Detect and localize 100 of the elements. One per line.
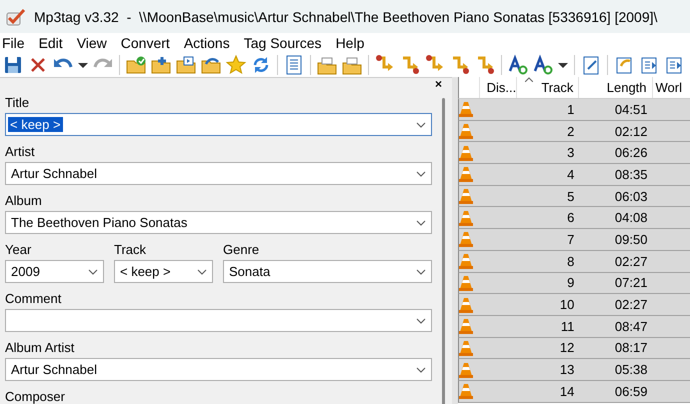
table-cell-text: 2 (566, 122, 576, 141)
folder-plus-icon[interactable] (150, 54, 172, 76)
folder-play-icon[interactable] (175, 54, 197, 76)
table-cell-text: 08:47 (614, 318, 648, 336)
table-cell-text: 7 (566, 230, 576, 249)
field-label: Title (5, 95, 30, 112)
cone-icon (459, 362, 473, 378)
cone-icon (459, 166, 473, 182)
combo-box[interactable]: < keep > (114, 260, 213, 283)
table-cell-text: 08:35 (614, 166, 648, 184)
table-cell-text: 06:59 (614, 382, 648, 401)
table-cell-text: 05:38 (614, 361, 648, 380)
combo-box[interactable]: Sonata (223, 260, 432, 283)
cone-icon (459, 318, 473, 334)
chevron-icon[interactable] (416, 170, 426, 176)
table-cell-text: 8 (566, 252, 576, 271)
window-title: Mp3tag v3.32 - \\MoonBase\music\Artur Schnabel\The Beethoven Piano Sonatas [5336916] [2009]\ (34, 8, 658, 24)
cone-icon (459, 274, 473, 291)
column-header[interactable]: Worl (652, 77, 690, 98)
table-cell-text: 5 (566, 188, 576, 206)
menu-item[interactable]: File (2, 35, 31, 51)
combo-box[interactable]: Artur Schnabel (5, 162, 432, 185)
file-row[interactable]: 3 06:26 (458, 142, 690, 164)
chevron-icon[interactable] (416, 220, 426, 226)
file-row[interactable]: 11 08:47 (458, 316, 690, 338)
star-icon[interactable] (225, 54, 247, 76)
menu-item[interactable]: Convert (120, 35, 176, 51)
combo-box[interactable]: 2009 (5, 260, 104, 283)
table-cell-text: 4 (566, 166, 576, 184)
column-header[interactable]: Dis... (480, 77, 518, 98)
cone-icon (459, 188, 473, 204)
sort-icon (525, 77, 534, 82)
file-row[interactable]: 13 05:38 (458, 359, 690, 381)
cone-icon (459, 340, 473, 356)
field-label: Composer (5, 389, 66, 404)
file-row[interactable]: 9 07:21 (458, 272, 690, 294)
field-label: Album Artist (5, 340, 76, 357)
table-cell-text: 1 (566, 100, 576, 119)
table-cell-text: 06:03 (614, 188, 648, 206)
column-header[interactable]: Track (517, 77, 580, 98)
font-icon[interactable] (532, 54, 554, 76)
cone-icon (459, 123, 473, 140)
file-row[interactable]: 12 08:17 (458, 338, 690, 360)
table-cell-text: 02:12 (614, 122, 648, 141)
cone-icon (459, 210, 473, 226)
file-row[interactable]: 4 08:35 (458, 164, 690, 186)
cone-icon (459, 296, 473, 313)
cone-icon (459, 253, 473, 270)
app-logo-icon (6, 8, 26, 26)
combo-box[interactable]: Artur Schnabel (5, 358, 432, 381)
cone-icon (459, 101, 473, 118)
table-cell-text: 04:08 (614, 209, 648, 228)
chevron-icon[interactable] (416, 122, 426, 128)
table-cell-text: 02:27 (614, 252, 648, 271)
menu-item[interactable]: Edit (38, 35, 69, 51)
field-label: Comment (5, 291, 62, 308)
table-cell-text: 13 (558, 361, 576, 380)
table-cell-text: 12 (558, 339, 576, 358)
column-header[interactable]: Length (579, 77, 653, 98)
table-cell-text: 10 (558, 296, 576, 314)
file-row[interactable]: 1 04:51 (458, 99, 690, 121)
table-cell-text: 11 (560, 318, 576, 336)
save-icon[interactable] (2, 54, 24, 76)
chevron-icon[interactable] (197, 268, 207, 274)
file-row[interactable]: 2 02:12 (458, 120, 690, 142)
menu-item[interactable]: Tag Sources (244, 35, 328, 51)
folder-check-icon[interactable] (125, 54, 147, 76)
field-label: Artist (5, 144, 36, 161)
chevron-icon[interactable] (416, 366, 426, 372)
menu-item[interactable]: View (76, 35, 113, 51)
table-cell-text: 6 (566, 209, 576, 228)
file-row[interactable]: 10 02:27 (458, 294, 690, 316)
chevron-icon[interactable] (416, 268, 426, 274)
chevron-icon[interactable] (416, 318, 426, 324)
table-cell-text: 3 (566, 144, 576, 162)
field-label: Album (5, 193, 43, 210)
table-cell-text: 08:17 (614, 339, 648, 358)
cone-icon (459, 383, 473, 400)
table-cell-text: 04:51 (614, 100, 648, 119)
cone-icon (459, 231, 473, 248)
file-row[interactable]: 5 06:03 (458, 186, 690, 208)
scrollbar[interactable] (442, 98, 445, 404)
file-row[interactable]: 14 06:59 (458, 380, 690, 403)
table-cell-text: 02:27 (614, 296, 648, 314)
cone-icon (459, 144, 473, 161)
combo-box[interactable]: The Beethoven Piano Sonatas (5, 211, 432, 234)
table-cell-text: 06:26 (614, 144, 648, 162)
table-cell-text: 9 (566, 274, 576, 292)
font-icon[interactable] (507, 54, 529, 76)
menu-item[interactable]: Help (336, 35, 370, 51)
field-label: Genre (223, 242, 260, 259)
menu-item[interactable]: Actions (184, 35, 236, 51)
combo-box[interactable]: < keep > (5, 113, 432, 136)
chevron-icon[interactable] (88, 268, 98, 274)
file-row[interactable]: 8 02:27 (458, 250, 690, 272)
file-row[interactable]: 6 04:08 (458, 207, 690, 230)
close-button[interactable]: × (434, 78, 442, 90)
field-label: Track (114, 242, 148, 259)
field-label: Year (5, 242, 32, 259)
file-row[interactable]: 7 09:50 (458, 229, 690, 251)
